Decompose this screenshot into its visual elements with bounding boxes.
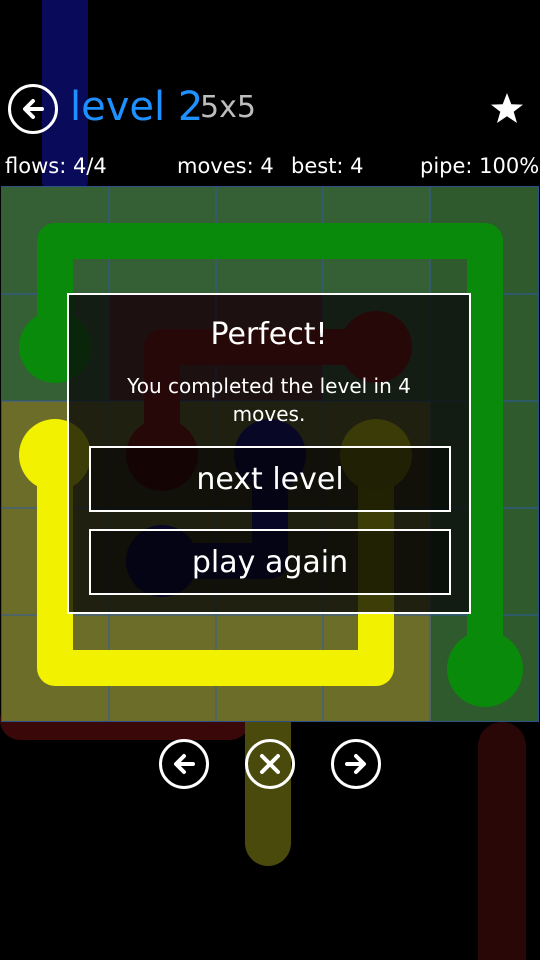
moves-count: moves: 4 [177, 154, 274, 178]
back-button[interactable] [8, 84, 58, 134]
background-pipe-red-right [478, 722, 526, 960]
restart-button[interactable] [245, 739, 295, 789]
next-arrow-icon [345, 754, 366, 774]
dialog-message: You completed the level in 4 moves. [127, 374, 411, 426]
star-icon [491, 93, 523, 123]
back-arrow-icon [23, 99, 44, 119]
best-count: best: 4 [291, 154, 364, 178]
play-again-button[interactable]: play again [89, 529, 451, 595]
next-level-arrow-button[interactable] [331, 739, 381, 789]
close-x-icon [260, 754, 280, 774]
level-complete-dialog: Perfect! You completed the level in 4 mo… [67, 293, 471, 614]
dot-green-end [447, 631, 523, 707]
dialog-title: Perfect! [210, 317, 328, 352]
level-size: 5x5 [200, 90, 256, 125]
previous-arrow-icon [174, 754, 195, 774]
previous-level-button[interactable] [159, 739, 209, 789]
favorite-star-button[interactable] [488, 90, 526, 128]
pipe-percent: pipe: 100% [420, 154, 540, 178]
level-title: level 2 [70, 84, 204, 130]
next-level-button[interactable]: next level [89, 446, 451, 512]
flows-count: flows: 4/4 [5, 154, 107, 178]
